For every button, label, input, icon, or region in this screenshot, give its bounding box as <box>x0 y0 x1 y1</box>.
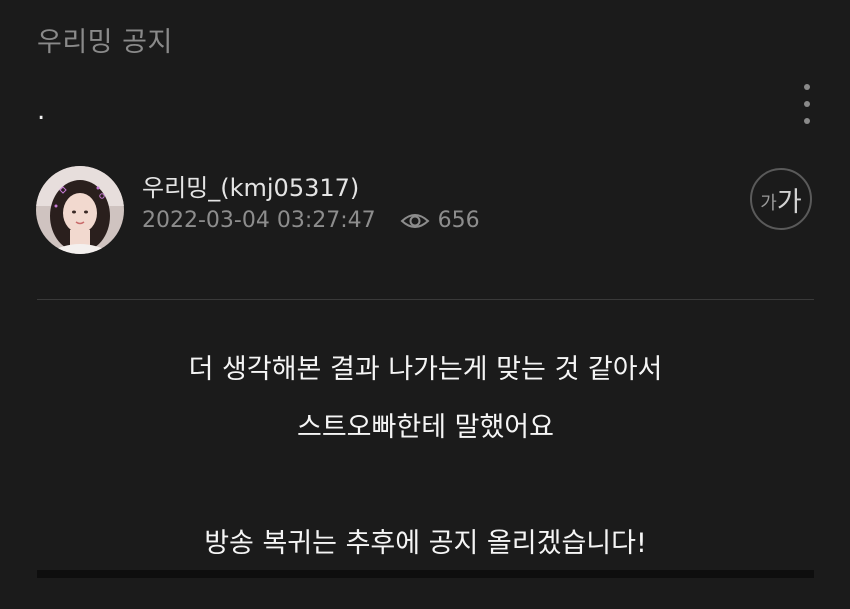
more-vertical-icon-dot-2 <box>804 101 810 107</box>
author-name[interactable]: 우리밍_(kmj05317) <box>142 168 359 203</box>
font-size-button[interactable]: 가 가 <box>750 168 812 230</box>
view-count-value: 656 <box>437 208 480 233</box>
divider <box>37 299 814 300</box>
avatar-image <box>36 166 124 254</box>
view-count: 656 <box>400 208 480 233</box>
content-blank-line <box>37 464 814 508</box>
content-line: 방송 복귀는 추후에 공지 올리겠습니다! <box>204 528 647 559</box>
post-meta: 2022-03-04 03:27:47 656 <box>142 208 480 233</box>
font-size-large-label: 가 <box>776 186 802 218</box>
content-line: 스트오빠한테 말했어요 <box>297 412 554 443</box>
post-title: . <box>37 96 46 126</box>
avatar[interactable] <box>36 166 124 254</box>
bottom-shadow-bar <box>37 570 814 578</box>
font-size-small-label: 가 <box>760 193 777 214</box>
post-datetime: 2022-03-04 03:27:47 <box>142 208 376 233</box>
more-vertical-icon-dot-3 <box>804 118 810 124</box>
board-title[interactable]: 우리밍 공지 <box>37 20 173 59</box>
content-line: 더 생각해본 결과 나가는게 맞는 것 같아서 <box>188 354 663 385</box>
eye-icon <box>400 213 430 228</box>
more-options-button[interactable] <box>795 84 819 124</box>
more-vertical-icon <box>804 84 810 90</box>
post-content: 더 생각해본 결과 나가는게 맞는 것 같아서 스트오빠한테 말했어요 방송 복… <box>37 348 814 580</box>
